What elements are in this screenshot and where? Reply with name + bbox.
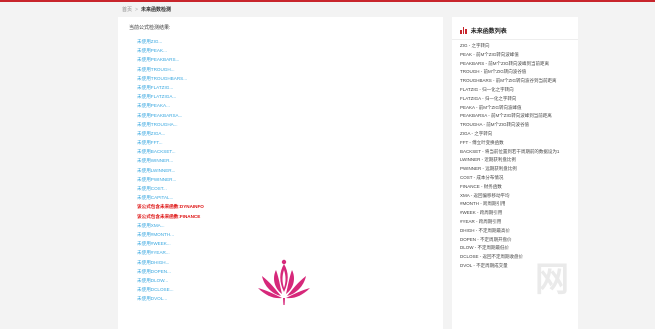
result-item: 未使用FLATZIGA...: [137, 94, 177, 100]
result-item: 未使用PWINNER...: [137, 176, 177, 182]
result-item: 未使用#MONTH...: [137, 231, 175, 237]
future-function-item[interactable]: ZIGA - 之字转向: [460, 130, 572, 139]
lotus-logo: [258, 259, 310, 305]
future-function-item[interactable]: FFT - 傅立叶变换函数: [460, 139, 572, 148]
future-function-item[interactable]: XMA - 返回偏移移动平均: [460, 192, 572, 201]
result-item: 未使用LWINNER...: [137, 167, 176, 173]
future-function-item[interactable]: #WEEK - 跨周期引用: [460, 209, 572, 218]
result-item: 未使用PEAKBARS...: [137, 57, 180, 63]
result-item-error: 该公式包含未来函数:DYNAINFO: [137, 204, 204, 210]
result-item: 未使用DHIGH...: [137, 259, 170, 265]
sidebar-title: 未来函数列表: [470, 29, 507, 35]
future-function-item[interactable]: DOPEN - 不定周期开盘价: [460, 236, 572, 245]
sidebar-divider: [452, 39, 578, 40]
result-item: 未使用CAPITAL...: [137, 195, 174, 201]
future-function-item[interactable]: TROUGHA - 前M个ZIG转向波谷值: [460, 121, 572, 130]
result-item: 未使用ZIGA...: [137, 130, 166, 136]
future-function-item[interactable]: ZIG - 之字转向: [460, 42, 572, 51]
breadcrumb-home-link[interactable]: 首页: [122, 6, 132, 13]
result-item: 未使用ZIG...: [137, 39, 163, 44]
result-item: 未使用COST...: [137, 186, 167, 191]
result-item: 未使用DVOL...: [137, 296, 168, 302]
future-function-list: ZIG - 之字转向 PEAK - 前M个ZIG转向波峰值 PEAKBARS - 前…: [460, 42, 572, 271]
future-function-item[interactable]: PEAKBARS - 前M个ZIG转向波峰到当前距离: [460, 60, 572, 69]
future-function-item[interactable]: #MONTH - 跨周期引用: [460, 200, 572, 209]
watermark: 网: [535, 261, 571, 299]
result-item: 未使用DCLOSE...: [137, 287, 174, 293]
future-function-item[interactable]: DHIGH - 不定周期最高价: [460, 227, 572, 236]
result-item: 未使用#WEEK...: [137, 241, 171, 247]
future-function-item[interactable]: #YEAR - 跨周期引用: [460, 218, 572, 227]
sidebar-header: 未来函数列表: [460, 26, 507, 35]
future-function-item[interactable]: TROUGH - 前M个ZIG转向波谷值: [460, 68, 572, 77]
future-function-item[interactable]: PEAKA - 前M个ZIG转向波峰值: [460, 104, 572, 113]
result-item: 未使用WINNER...: [137, 158, 174, 164]
result-item: 未使用FLATZIG...: [137, 84, 174, 90]
result-item-error: 该公式包含未来函数:FINANCE: [137, 213, 201, 219]
top-accent-line: [0, 0, 655, 2]
breadcrumb: 首页 > 未来函数检测: [122, 6, 171, 14]
result-item: 未使用DLOW...: [137, 277, 169, 283]
future-function-item[interactable]: FLATZIG - 归一化之字转向: [460, 86, 572, 95]
result-item: 未使用PEAK...: [137, 48, 167, 54]
future-function-item[interactable]: PWINNER - 远期获利盘比例: [460, 165, 572, 174]
result-item: 未使用BACKSET...: [137, 149, 176, 155]
future-function-item[interactable]: BACKSET - 将当前位置到若干周期前的数据设为1: [460, 148, 572, 157]
breadcrumb-separator: >: [135, 6, 138, 13]
result-item: 未使用TROUGH...: [137, 66, 175, 72]
result-item: 未使用DOPEN...: [137, 268, 171, 274]
result-list: 未使用ZIG... 未使用PEAK... 未使用PEAKBARS... 未使用TROU…: [137, 37, 204, 303]
future-function-item[interactable]: TROUGHBARS - 前M个ZIG转向波谷到当前距离: [460, 77, 572, 86]
result-item: 未使用XMA...: [137, 222, 165, 228]
result-item: 未使用PEAKBARSA...: [137, 112, 183, 118]
future-function-item[interactable]: COST - 成本分布情况: [460, 174, 572, 183]
future-function-item[interactable]: FINANCE - 财务函数: [460, 183, 572, 192]
result-item: 未使用TROUGHBARS...: [137, 75, 188, 81]
result-item: 未使用PEAKA...: [137, 103, 170, 109]
result-item: 未使用FFT...: [137, 140, 163, 146]
bar-chart-icon: [460, 27, 467, 34]
result-item: 未使用#YEAR...: [137, 250, 170, 256]
breadcrumb-current: 未来函数检测: [140, 7, 171, 13]
result-intro-text: 当前公式检测结果:: [129, 25, 171, 31]
result-item: 未使用TROUGHA...: [137, 121, 178, 127]
future-function-item[interactable]: PEAKBARSA - 前M个ZIG转向波峰到当前距离: [460, 112, 572, 121]
future-function-item[interactable]: LWINNER - 近期获利盘比例: [460, 156, 572, 165]
future-function-item[interactable]: FLATZIGA - 归一化之字转向: [460, 95, 572, 104]
future-function-item[interactable]: PEAK - 前M个ZIG转向波峰值: [460, 51, 572, 60]
